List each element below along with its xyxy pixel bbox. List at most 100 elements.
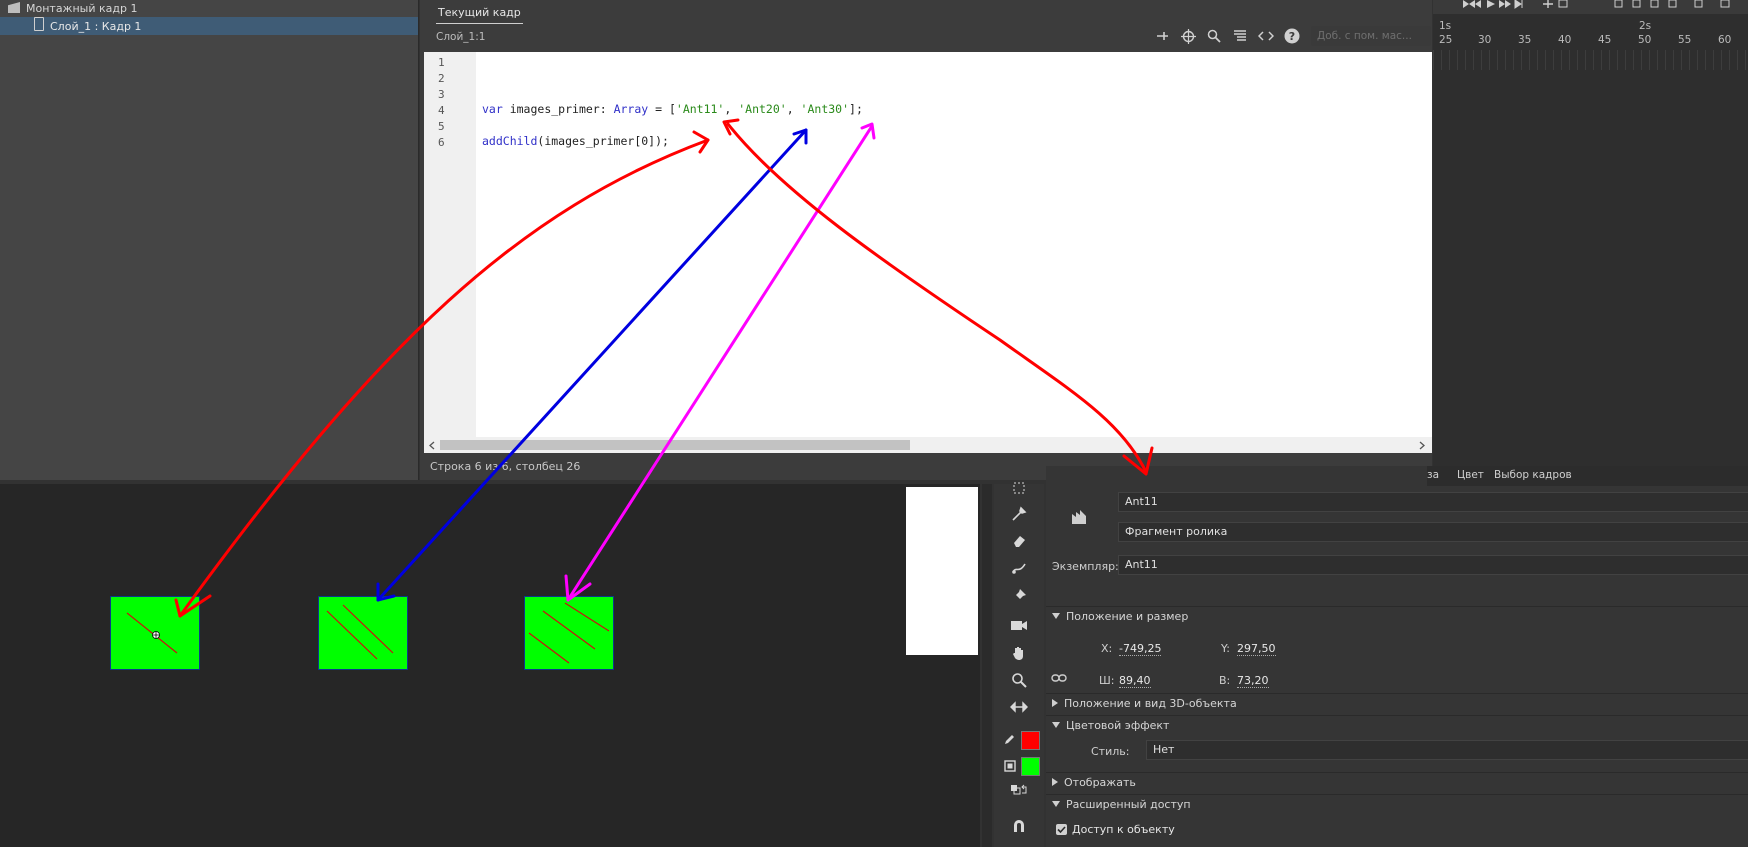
asset-warp-icon[interactable]	[994, 556, 1044, 580]
symbol-type-dropdown[interactable]: Фрагмент ролика	[1118, 522, 1748, 542]
instance-name-field[interactable]: Ant11	[1118, 555, 1748, 575]
link-proportions-icon[interactable]	[1051, 673, 1067, 683]
tab-color[interactable]: Цвет	[1457, 469, 1484, 481]
object-access-checkbox[interactable]	[1056, 824, 1067, 835]
symbol-name-field[interactable]: Ant11	[1118, 492, 1748, 512]
collapse-triangle-icon	[1052, 801, 1060, 807]
stage-canvas[interactable]	[906, 487, 978, 655]
frame-number: 30	[1478, 34, 1492, 46]
timeline-ruler[interactable]: 1s 2s 25 30 35 40 45 50 55 60	[1433, 18, 1748, 48]
find-icon[interactable]	[1205, 27, 1223, 45]
movieclip-instance-ant30[interactable]	[524, 596, 614, 670]
line-number-gutter: 1 2 3 4 5 6	[424, 52, 476, 440]
scrollbar-thumb[interactable]	[440, 440, 910, 450]
section-position-size[interactable]: Положение и размер	[1046, 606, 1748, 627]
movieclip-instance-ant11[interactable]	[110, 596, 200, 670]
hand-icon[interactable]	[994, 641, 1044, 665]
section-title: Цветовой эффект	[1066, 719, 1170, 732]
swap-colors-icon[interactable]	[994, 778, 1044, 802]
instance-label: Экземпляр:	[1052, 560, 1119, 573]
x-value[interactable]: -749,25	[1119, 642, 1162, 656]
frame-number: 55	[1678, 34, 1692, 46]
pin-icon[interactable]	[994, 584, 1044, 608]
onion-skin-icons[interactable]	[1613, 0, 1748, 10]
type-array: Array	[613, 102, 649, 116]
svg-text:?: ?	[1289, 30, 1295, 43]
scene-label: Монтажный кадр 1	[26, 2, 138, 15]
insert-target-icon[interactable]	[1179, 27, 1197, 45]
frame-number: 45	[1598, 34, 1612, 46]
scroll-left-icon[interactable]	[428, 441, 436, 450]
height-label: В:	[1219, 674, 1231, 687]
stage-area[interactable]	[0, 484, 980, 847]
line-number: 3	[438, 88, 445, 101]
frame-number: 40	[1558, 34, 1572, 46]
section-3d-position[interactable]: Положение и вид 3D-объекта	[1046, 693, 1748, 714]
width-value[interactable]: 89,40	[1119, 674, 1151, 688]
frame-number: 60	[1718, 34, 1732, 46]
width-label: Ш:	[1099, 674, 1115, 687]
y-label: Y:	[1221, 642, 1230, 655]
layer-frame-tree-item[interactable]: Слой_1 : Кадр 1	[0, 17, 418, 35]
camera-icon[interactable]	[994, 613, 1044, 637]
movieclip-instance-ant20[interactable]	[318, 596, 408, 670]
snap-magnet-icon[interactable]	[994, 814, 1044, 838]
string-ant11: 'Ant11'	[675, 102, 725, 116]
code-brackets-icon[interactable]	[1257, 27, 1275, 45]
playback-controls-icon[interactable]	[1459, 0, 1589, 10]
tab-current-frame[interactable]: Текущий кадр	[436, 3, 523, 24]
layer-frame-label: Слой_1 : Кадр 1	[50, 20, 142, 33]
properties-tab-strip: за Цвет Выбор кадров	[1427, 466, 1748, 486]
collapse-triangle-icon	[1052, 722, 1060, 728]
stroke-color-swatch[interactable]	[1021, 731, 1040, 750]
height-value[interactable]: 73,20	[1237, 674, 1269, 688]
section-display[interactable]: Отображать	[1046, 772, 1748, 793]
section-color-effect[interactable]: Цветовой эффект	[1046, 715, 1748, 736]
free-transform-icon[interactable]	[994, 476, 1044, 500]
zoom-icon[interactable]	[994, 668, 1044, 692]
string-ant20: 'Ant20'	[738, 102, 787, 116]
tab-partial[interactable]: за	[1427, 469, 1439, 481]
color-style-dropdown[interactable]: Нет	[1146, 740, 1748, 760]
expand-triangle-icon	[1052, 699, 1058, 707]
object-access-label: Доступ к объекту	[1072, 823, 1175, 836]
section-title: Положение и вид 3D-объекта	[1064, 697, 1237, 710]
tools-panel	[994, 482, 1044, 847]
y-value[interactable]: 297,50	[1237, 642, 1276, 656]
timeline-controls	[1433, 0, 1748, 14]
format-code-icon[interactable]	[1231, 27, 1249, 45]
collapse-triangle-icon	[1052, 613, 1060, 619]
stage-vertical-scrollbar[interactable]	[982, 484, 992, 847]
timeline-panel: 1s 2s 25 30 35 40 45 50 55 60	[1433, 0, 1748, 480]
eraser-icon[interactable]	[994, 529, 1044, 553]
fill-color-swatch[interactable]	[1021, 757, 1040, 776]
frame-number: 50	[1638, 34, 1652, 46]
pin-script-icon[interactable]	[1153, 27, 1171, 45]
expand-triangle-icon	[1052, 778, 1058, 786]
frame-number: 35	[1518, 34, 1532, 46]
horizontal-scrollbar[interactable]	[424, 437, 1432, 453]
scroll-right-icon[interactable]	[1418, 441, 1426, 450]
line-number: 2	[438, 72, 445, 85]
tab-frame-picker[interactable]: Выбор кадров	[1494, 469, 1572, 481]
string-ant30: 'Ant30'	[800, 102, 850, 116]
clapperboard-icon	[8, 2, 20, 13]
code-area[interactable]: 1 2 3 4 5 6 var images_primer: Array = […	[424, 52, 1432, 453]
call-args: (images_primer[0]);	[537, 134, 669, 148]
separator: ,	[724, 102, 739, 116]
timeline-frames-row[interactable]	[1433, 50, 1748, 70]
properties-panel: Ant11 Фрагмент ролика Экземпляр: Ant11 П…	[1046, 466, 1748, 847]
add-snippet-button[interactable]: Доб. с пом. мас...	[1311, 26, 1431, 46]
code-line-4: var images_primer: Array = ['Ant11', 'An…	[482, 102, 863, 116]
help-icon[interactable]: ?	[1283, 27, 1301, 45]
scene-tree-item[interactable]: Монтажный кадр 1	[0, 0, 418, 18]
line-number: 5	[438, 120, 445, 133]
section-advanced-access[interactable]: Расширенный доступ	[1046, 794, 1748, 815]
cursor-position-status: Строка 6 из 6, столбец 26	[430, 460, 581, 473]
editor-toolbar: ? Доб. с пом. мас...	[1153, 24, 1431, 48]
line-number: 6	[438, 136, 445, 149]
width-arrows-icon[interactable]	[994, 695, 1044, 719]
eyedropper-icon[interactable]	[994, 502, 1044, 526]
section-title: Отображать	[1064, 776, 1136, 789]
operator: = [	[648, 102, 676, 116]
